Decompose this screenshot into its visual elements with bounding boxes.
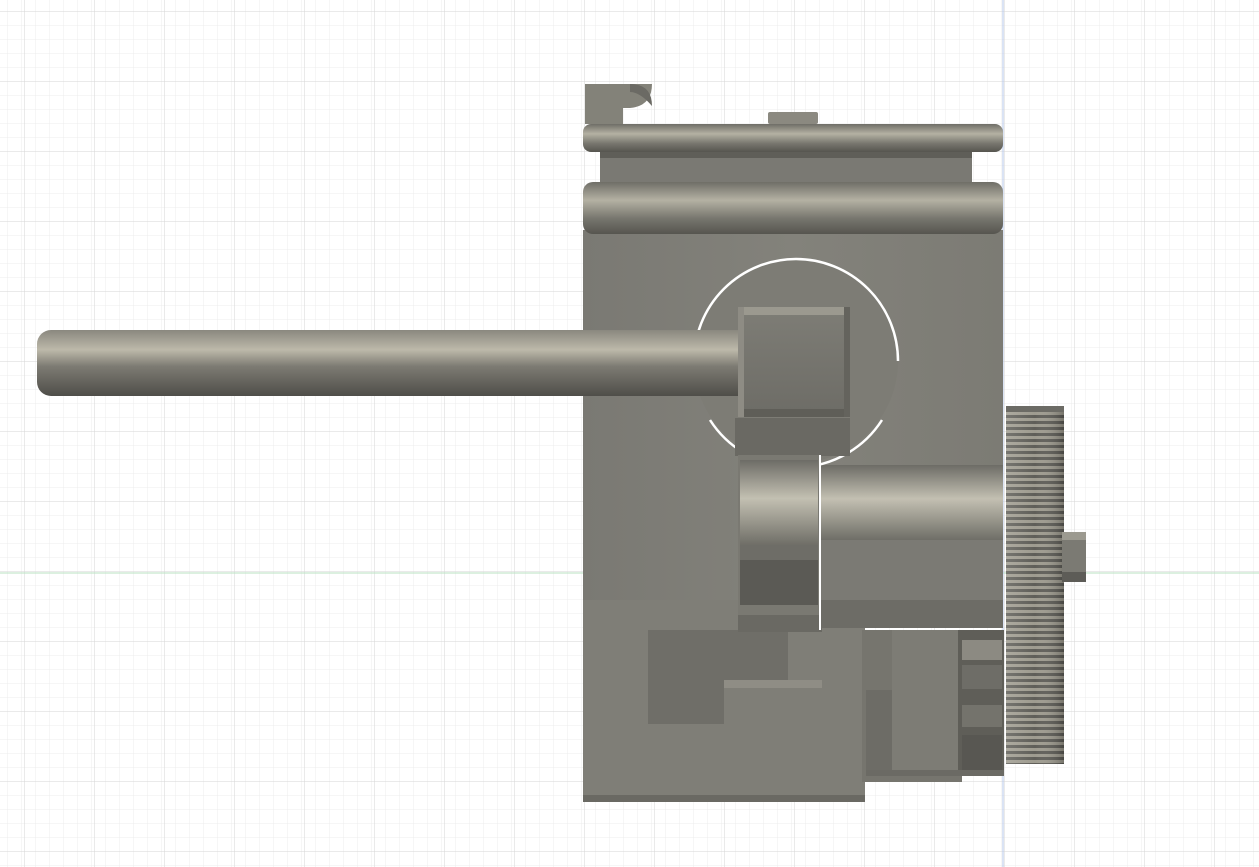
shaft-nut[interactable]: [1062, 532, 1086, 582]
rod[interactable]: [37, 330, 752, 396]
square-block[interactable]: [738, 307, 850, 417]
motor-block[interactable]: [862, 630, 1004, 782]
spur-gear[interactable]: [1006, 406, 1064, 764]
bottom-rail: [583, 182, 1003, 234]
cad-viewport[interactable]: [0, 0, 1259, 867]
roller[interactable]: [738, 455, 821, 630]
top-tab: [768, 112, 818, 124]
lower-base[interactable]: [583, 600, 865, 802]
top-rail: [583, 124, 1003, 152]
model-canvas[interactable]: [0, 0, 1259, 867]
